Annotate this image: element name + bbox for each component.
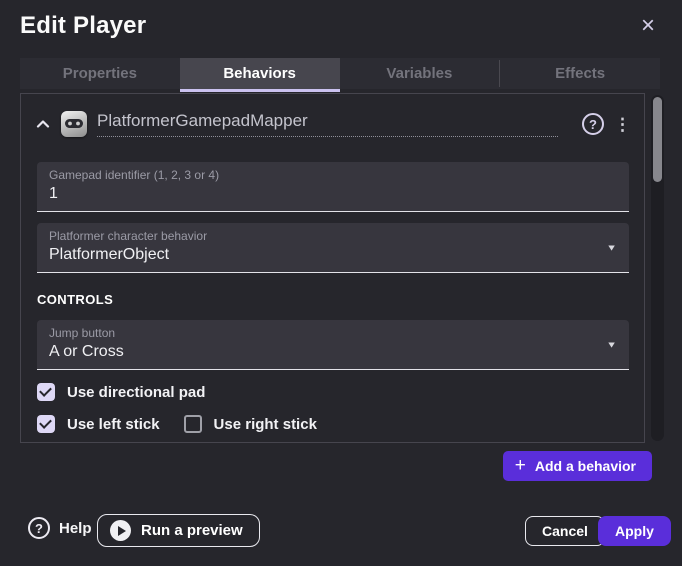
plus-icon: +	[515, 456, 526, 475]
checkbox-row: Use directional pad	[37, 382, 628, 402]
checkbox-label: Use left stick	[67, 416, 160, 433]
checkbox-row: Use left stick Use right stick	[37, 414, 628, 434]
behavior-help-icon[interactable]: ?	[582, 113, 604, 135]
checkbox-label: Use right stick	[214, 416, 317, 433]
tab-bar: Properties Behaviors Variables Effects	[20, 58, 660, 89]
use-left-stick-checkbox[interactable]	[37, 415, 55, 433]
behavior-header: PlatformerGamepadMapper ? ⋮	[21, 94, 644, 137]
apply-button[interactable]: Apply	[598, 516, 671, 546]
cancel-button[interactable]: Cancel	[525, 516, 605, 546]
use-right-stick-option[interactable]: Use right stick	[184, 415, 317, 433]
kebab-menu-icon[interactable]: ⋮	[614, 116, 630, 133]
run-preview-button[interactable]: Run a preview	[97, 514, 260, 547]
platformer-behavior-select[interactable]: Platformer character behavior Platformer…	[37, 223, 629, 273]
jump-button-value[interactable]: A or Cross	[49, 342, 617, 362]
tab-variables[interactable]: Variables	[340, 58, 500, 89]
scrollbar-thumb[interactable]	[653, 97, 662, 182]
tab-effects[interactable]: Effects	[500, 58, 660, 89]
help-button[interactable]: ? Help	[28, 517, 92, 539]
use-directional-pad-option[interactable]: Use directional pad	[37, 383, 205, 401]
controls-section-title: CONTROLS	[37, 292, 628, 307]
use-directional-pad-checkbox[interactable]	[37, 383, 55, 401]
platformer-behavior-value[interactable]: PlatformerObject	[49, 245, 617, 265]
gamepad-identifier-label: Gamepad identifier (1, 2, 3 or 4)	[49, 168, 617, 183]
help-icon: ?	[28, 517, 50, 539]
gamepad-behavior-icon	[61, 111, 87, 137]
behavior-name-field[interactable]: PlatformerGamepadMapper	[97, 111, 558, 137]
jump-button-label: Jump button	[49, 326, 617, 341]
tab-behaviors[interactable]: Behaviors	[180, 58, 340, 89]
tab-properties[interactable]: Properties	[20, 58, 180, 89]
play-icon	[110, 520, 131, 541]
run-preview-label: Run a preview	[141, 522, 243, 539]
behavior-panel: PlatformerGamepadMapper ? ⋮ Gamepad iden…	[20, 93, 645, 443]
page-title: Edit Player	[20, 12, 146, 40]
add-behavior-button[interactable]: + Add a behavior	[503, 451, 652, 481]
add-behavior-label: Add a behavior	[535, 458, 636, 474]
jump-button-select[interactable]: Jump button A or Cross ▼	[37, 320, 629, 370]
close-icon[interactable]: ×	[634, 12, 662, 40]
help-label: Help	[59, 520, 92, 537]
gamepad-identifier-value[interactable]: 1	[49, 184, 617, 204]
checkbox-label: Use directional pad	[67, 384, 205, 401]
chevron-up-icon[interactable]	[35, 116, 51, 132]
use-right-stick-checkbox[interactable]	[184, 415, 202, 433]
platformer-behavior-label: Platformer character behavior	[49, 229, 617, 244]
use-left-stick-option[interactable]: Use left stick	[37, 415, 160, 433]
edit-player-dialog: Edit Player × Properties Behaviors Varia…	[0, 0, 682, 566]
gamepad-identifier-field[interactable]: Gamepad identifier (1, 2, 3 or 4) 1	[37, 162, 629, 212]
